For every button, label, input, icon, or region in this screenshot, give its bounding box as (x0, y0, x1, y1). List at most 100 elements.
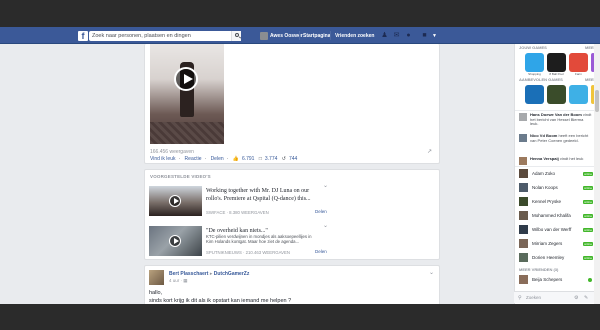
suggested-video-title[interactable]: Working together with Mr. DJ Luna on our… (206, 188, 316, 203)
user-post-card: Bert Plasschaert ▸ DutchGamerZz 4 uur · … (144, 265, 440, 305)
suggested-video-meta: SWIFACE · 8.380 WEERGAVEN (206, 210, 269, 215)
privacy-icon: ▦ (183, 278, 188, 283)
expand-icon[interactable]: ↗ (427, 148, 432, 155)
video-player[interactable] (150, 44, 224, 144)
suggested-video-item[interactable]: ⌄ Working together with Mr. DJ Luna on o… (149, 183, 439, 216)
post-header: Bert Plasschaert ▸ DutchGamerZz (169, 271, 249, 277)
contact-item[interactable]: Beija Schepers (519, 275, 593, 287)
contact-avatar (519, 211, 528, 220)
suggested-video-thumb[interactable] (149, 186, 202, 216)
contact-name: Mirriam Zegers (532, 241, 563, 246)
share-button[interactable]: Delen (315, 209, 327, 214)
search-placeholder: Zoek naar personen, plaatsen en dingen (92, 33, 191, 39)
suggested-title: VOORGESTELDE VIDEO'S (150, 174, 211, 179)
contact-item[interactable]: Nolan Koops online (519, 183, 593, 195)
contact-item[interactable]: Mohammed Khalifa online (519, 211, 593, 223)
online-badge: online (582, 200, 593, 204)
gear-icon[interactable]: ⚙ (574, 295, 578, 301)
play-icon[interactable] (174, 67, 198, 91)
online-badge: online (582, 172, 593, 176)
chevron-down-icon[interactable]: ⌄ (429, 269, 434, 276)
games-section-title: JOUW GAMES MEER (519, 45, 597, 50)
right-sidebar: JOUW GAMES MEER Shopping 8 Ball Pool Far… (514, 44, 597, 304)
compose-icon[interactable]: ✎ (584, 295, 588, 301)
post-text-line: hallo, (149, 290, 163, 296)
contact-name: Wilbo van der Werff (532, 227, 572, 232)
nav-divider (299, 31, 300, 40)
suggested-video-item[interactable]: ⌄ "De overheid kan niets..." KTC-pilien … (149, 223, 439, 256)
comment-icon: □ (258, 156, 262, 162)
play-icon[interactable] (169, 235, 181, 247)
game-tile[interactable] (525, 85, 544, 104)
contact-name: Kennel Pryske (532, 199, 562, 204)
video-floor (150, 122, 224, 144)
scrollbar-thumb[interactable] (595, 90, 599, 112)
browser-chrome-top (0, 0, 600, 27)
ticker-avatar[interactable] (519, 157, 527, 165)
ticker-divider (515, 110, 595, 111)
contact-item[interactable]: Wilbo van der Werff online (519, 225, 593, 237)
play-icon[interactable] (169, 195, 181, 207)
facebook-logo[interactable]: f (78, 31, 88, 41)
ticker-name[interactable]: Henna Verspaij (530, 156, 559, 161)
browser-chrome-bottom (0, 304, 600, 330)
share-button[interactable]: Delen (315, 249, 327, 254)
comment-button[interactable]: Reactie (185, 156, 202, 162)
game-tile[interactable]: 8 Ball Pool (547, 53, 566, 76)
chevron-down-icon[interactable]: ⌄ (323, 222, 328, 229)
contact-item[interactable]: Mirriam Zegers online (519, 239, 593, 251)
like-icon: 👍 (232, 156, 239, 162)
game-tile[interactable]: Shopping (525, 53, 544, 76)
profile-link[interactable]: Awes Ooswer (270, 33, 303, 39)
lock-icon[interactable]: ■ (420, 32, 429, 40)
shares-count[interactable]: 744 (289, 156, 297, 162)
online-badge: online (582, 228, 593, 232)
online-badge: online (582, 186, 593, 190)
video-post-card: 166.456 weergaven Vind ik leuk · Reactie ·… (144, 44, 440, 164)
friend-requests-icon[interactable]: ♟ (380, 32, 389, 40)
contact-name: Nolan Koops (532, 185, 558, 190)
game-label: 8 Ball Pool (549, 72, 564, 76)
ticker-avatar[interactable] (519, 134, 527, 142)
contact-item[interactable]: Kennel Pryske online (519, 197, 593, 209)
chat-search-bar[interactable]: ⚲ Zoeken ⚙ ✎ (514, 291, 594, 303)
contact-name: Beija Schepers (532, 277, 563, 282)
author-avatar[interactable] (149, 270, 164, 285)
game-tile[interactable]: Farm (569, 53, 588, 76)
comments-count[interactable]: 3.774 (265, 156, 278, 162)
find-friends-link[interactable]: Vrienden zoeken (335, 33, 374, 39)
home-link[interactable]: Startpagina (303, 33, 331, 39)
search-button[interactable] (231, 31, 241, 41)
ticker-item[interactable]: Hans Doewe Van der Boom vindt het berich… (519, 112, 593, 127)
recommended-section-title: AANBEVOLEN GAMES MEER (519, 77, 597, 82)
search-box[interactable]: Zoek naar personen, plaatsen en dingen (89, 31, 241, 41)
share-button[interactable]: Delen (211, 156, 224, 162)
chevron-down-icon[interactable]: ▼ (430, 32, 439, 40)
like-button[interactable]: Vind ik leuk (150, 156, 175, 162)
online-badge: online (582, 214, 593, 218)
sidebar-scrollbar[interactable] (594, 44, 600, 304)
contact-avatar (519, 225, 528, 234)
post-time-text[interactable]: 4 uur (169, 278, 179, 283)
contact-item[interactable]: Adam Zoko online (519, 169, 593, 181)
suggested-video-thumb[interactable] (149, 226, 202, 256)
author-name[interactable]: Bert Plasschaert (169, 271, 208, 277)
chevron-down-icon[interactable]: ⌄ (323, 182, 328, 189)
search-icon: ⚲ (518, 295, 522, 301)
target-group[interactable]: DutchGamerZz (214, 271, 250, 277)
contact-item[interactable]: Dorien Heemley online (519, 253, 593, 265)
ticker-text: Hans Doewe Van der Boom vindt het berich… (530, 112, 592, 127)
chat-search-placeholder: Zoeken (526, 295, 542, 300)
games-title-text: JOUW GAMES (519, 45, 547, 50)
profile-avatar[interactable] (260, 32, 268, 40)
game-tile[interactable] (547, 85, 566, 104)
likes-count[interactable]: 6.791 (242, 156, 255, 162)
game-tile[interactable] (569, 85, 588, 104)
suggested-video-meta: SPUTNIKNIEUWS · 210.463 WEERGAVEN (206, 250, 290, 255)
messages-icon[interactable]: ✉ (392, 32, 401, 40)
contacts-divider (515, 166, 595, 167)
ticker-item[interactable]: Nico Vd Boom heeft een bericht van Peter… (519, 133, 593, 148)
contact-avatar (519, 239, 528, 248)
ticker-avatar[interactable] (519, 113, 527, 121)
globe-icon[interactable]: ● (404, 32, 413, 40)
